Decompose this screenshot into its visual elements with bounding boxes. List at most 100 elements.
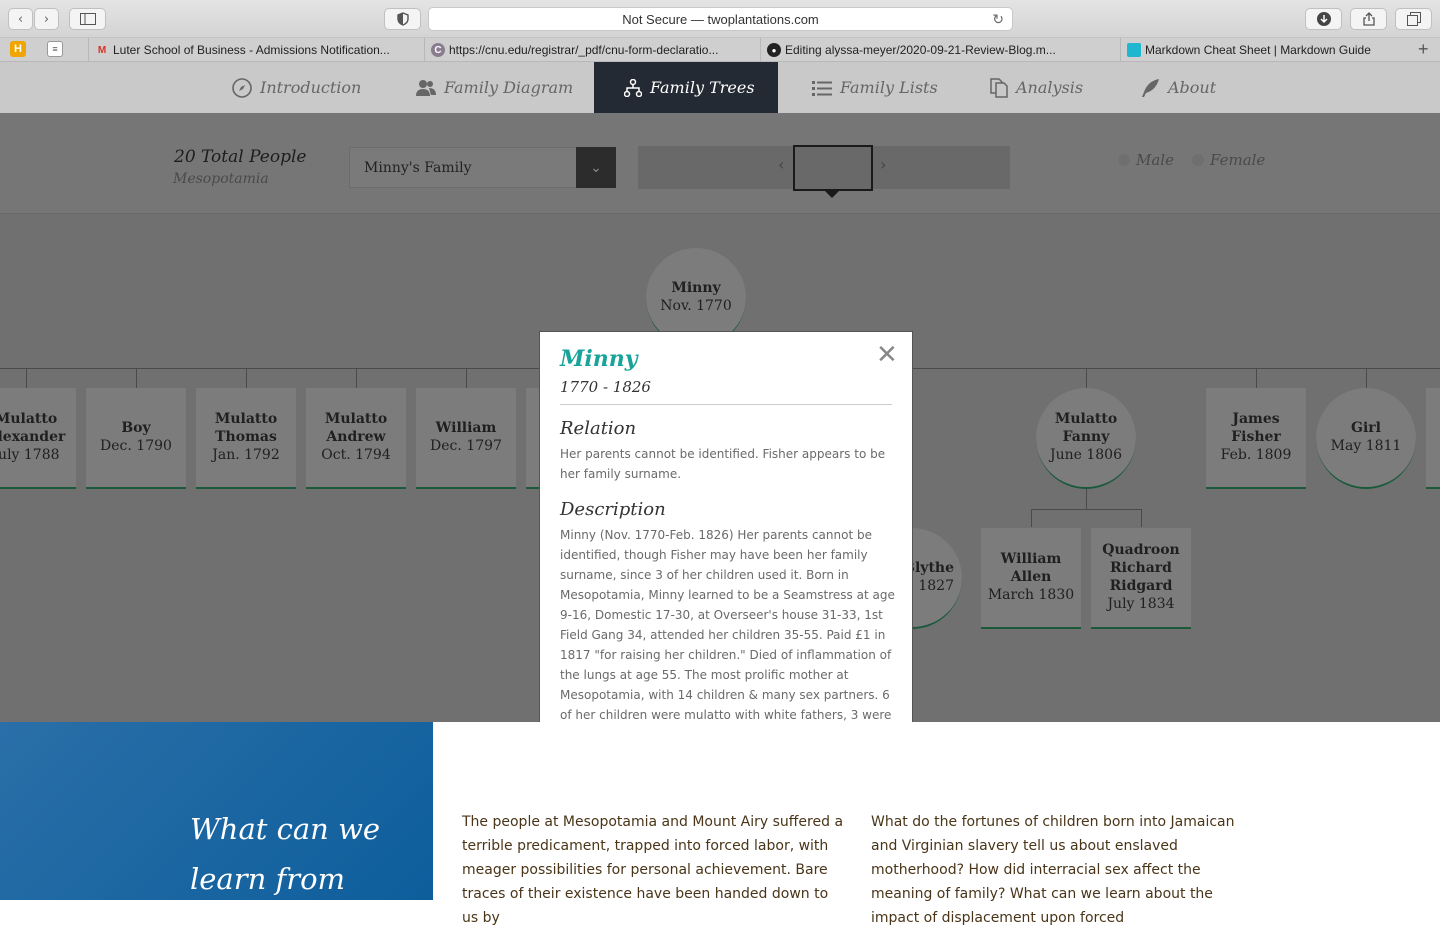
family-select-toggle[interactable]: ⌄ <box>576 147 616 188</box>
node-name: Mulatto Thomas <box>214 411 278 445</box>
tree-controls: 20 Total People Mesopotamia Minny's Fami… <box>0 113 1440 214</box>
modal-divider <box>560 404 892 405</box>
new-tab-button[interactable]: + <box>1418 39 1429 60</box>
browser-tab-1[interactable]: M Luter School of Business - Admissions … <box>88 38 416 62</box>
tree-node[interactable]: Mulatto Alexander July 1788 <box>0 388 76 489</box>
people-icon <box>416 79 436 96</box>
nav-label: Family Diagram <box>444 78 574 97</box>
female-swatch <box>1192 154 1204 166</box>
person-detail-modal: Minny 1770 - 1826 ✕ Relation Her parents… <box>540 332 912 732</box>
github-icon: ● <box>767 43 781 57</box>
nav-label: About <box>1168 78 1217 97</box>
tree-node-partial[interactable] <box>1426 388 1440 489</box>
tree-connector <box>1031 509 1032 527</box>
nav-analysis[interactable]: Analysis <box>990 62 1083 113</box>
tree-node[interactable]: Mulatto Andrew Oct. 1794 <box>306 388 406 489</box>
privacy-button[interactable] <box>384 8 421 30</box>
reader-extension-icon[interactable]: ≡ <box>47 41 63 57</box>
section-question: What can we learn from <box>190 812 381 896</box>
node-name: Boy <box>121 420 151 436</box>
node-date: Dec. 1797 <box>430 438 502 454</box>
sidebar-icon <box>79 13 96 25</box>
markdown-icon <box>1127 43 1141 57</box>
forward-button[interactable]: › <box>34 8 59 30</box>
node-name: Minny <box>671 279 721 296</box>
browser-tab-2[interactable]: C https://cnu.edu/registrar/_pdf/cnu-for… <box>424 38 744 62</box>
tree-connector <box>1256 368 1257 388</box>
legend-female: Female <box>1192 151 1265 169</box>
slider-caret-icon <box>825 191 839 198</box>
legend-male: Male <box>1118 151 1174 169</box>
nav-family-diagram[interactable]: Family Diagram <box>416 62 573 113</box>
reload-icon[interactable]: ↻ <box>992 11 1004 28</box>
tree-connector <box>1086 368 1087 388</box>
sidebar-button[interactable] <box>69 8 106 30</box>
share-icon <box>1362 12 1375 26</box>
modal-person-years: 1770 - 1826 <box>560 378 651 396</box>
tabs-overview-button[interactable] <box>1395 8 1432 30</box>
node-name: William Allen <box>1000 551 1062 585</box>
back-button[interactable]: ‹ <box>8 8 33 30</box>
list-icon <box>812 80 832 96</box>
browser-tab-label: Luter School of Business - Admissions No… <box>113 43 390 57</box>
node-name: Girl <box>1351 420 1381 436</box>
share-button[interactable] <box>1350 8 1387 30</box>
tree-icon <box>624 78 642 97</box>
tree-node[interactable]: William Dec. 1797 <box>416 388 516 489</box>
downloads-button[interactable] <box>1305 8 1342 30</box>
relation-text: Her parents cannot be identified. Fisher… <box>560 447 886 481</box>
tree-node[interactable]: William Allen March 1830 <box>981 528 1081 629</box>
tree-connector <box>246 368 247 388</box>
question-panel: What can we learn from <box>0 722 433 900</box>
close-icon[interactable]: ✕ <box>876 342 898 368</box>
node-name: William <box>435 420 497 436</box>
intro-column-right: What do the fortunes of children born in… <box>871 814 1235 926</box>
nav-label: Family Trees <box>650 78 755 97</box>
node-name: Mulatto Alexander <box>0 411 66 445</box>
nav-label: Analysis <box>1016 78 1084 97</box>
tree-connector <box>1141 509 1142 527</box>
compass-icon <box>232 77 252 98</box>
plantation-name: Mesopotamia <box>173 171 269 187</box>
nav-introduction[interactable]: Introduction <box>232 62 361 113</box>
node-name: James Fisher <box>1231 411 1281 445</box>
tree-connector <box>1366 368 1367 388</box>
tree-connector <box>1031 509 1141 510</box>
tree-node[interactable]: James Fisher Feb. 1809 <box>1206 388 1306 489</box>
node-date: 1827 <box>918 578 954 594</box>
tree-node[interactable]: Mulatto Thomas Jan. 1792 <box>196 388 296 489</box>
quill-icon <box>1142 78 1159 97</box>
modal-person-name: Minny <box>560 346 638 372</box>
browser-tab-3[interactable]: ● Editing alyssa-meyer/2020-09-21-Review… <box>760 38 1080 62</box>
node-name: Mulatto Andrew <box>324 411 388 445</box>
nav-label: Family Lists <box>840 78 938 97</box>
browser-tab-label: Editing alyssa-meyer/2020-09-21-Review-B… <box>785 43 1056 57</box>
description-heading: Description <box>560 499 666 520</box>
intro-column-left: The people at Mesopotamia and Mount Airy… <box>462 814 844 926</box>
nav-family-trees[interactable]: Family Trees <box>594 62 778 113</box>
chevron-right-icon: › <box>43 11 50 27</box>
tree-node[interactable]: Mulatto Fanny June 1806 <box>1036 388 1136 489</box>
address-bar[interactable]: Not Secure — twoplantations.com ↻ <box>428 7 1013 31</box>
chevron-right-icon[interactable]: › <box>880 155 886 174</box>
browser-tab-label: https://cnu.edu/registrar/_pdf/cnu-form-… <box>449 43 719 57</box>
honey-extension-icon[interactable]: H <box>10 41 26 57</box>
description-text: Minny (Nov. 1770-Feb. 1826) Her parents … <box>560 528 895 722</box>
site-nav: Introduction Family Diagram Family Trees… <box>0 62 1440 113</box>
tree-node[interactable]: Girl May 1811 <box>1316 388 1416 489</box>
node-date: May 1811 <box>1330 438 1402 454</box>
nav-about[interactable]: About <box>1140 62 1216 113</box>
generation-slider-selection[interactable] <box>793 145 873 191</box>
node-date: June 1806 <box>1049 447 1122 463</box>
browser-toolbar: ‹ › Not Secure — twoplantations.com ↻ <box>0 0 1440 38</box>
nav-family-lists[interactable]: Family Lists <box>812 62 938 113</box>
browser-tab-4[interactable]: Markdown Cheat Sheet | Markdown Guide <box>1120 38 1410 62</box>
chevron-down-icon: ⌄ <box>590 159 602 176</box>
node-name: Mulatto Fanny <box>1054 411 1118 445</box>
tree-node[interactable]: Quadroon Richard Ridgard July 1834 <box>1091 528 1191 629</box>
node-date: Oct. 1794 <box>321 447 391 463</box>
chevron-left-icon[interactable]: ‹ <box>778 155 784 174</box>
total-people: 20 Total People <box>174 147 307 167</box>
tree-node[interactable]: Boy Dec. 1790 <box>86 388 186 489</box>
url-text: Not Secure — twoplantations.com <box>622 11 819 27</box>
